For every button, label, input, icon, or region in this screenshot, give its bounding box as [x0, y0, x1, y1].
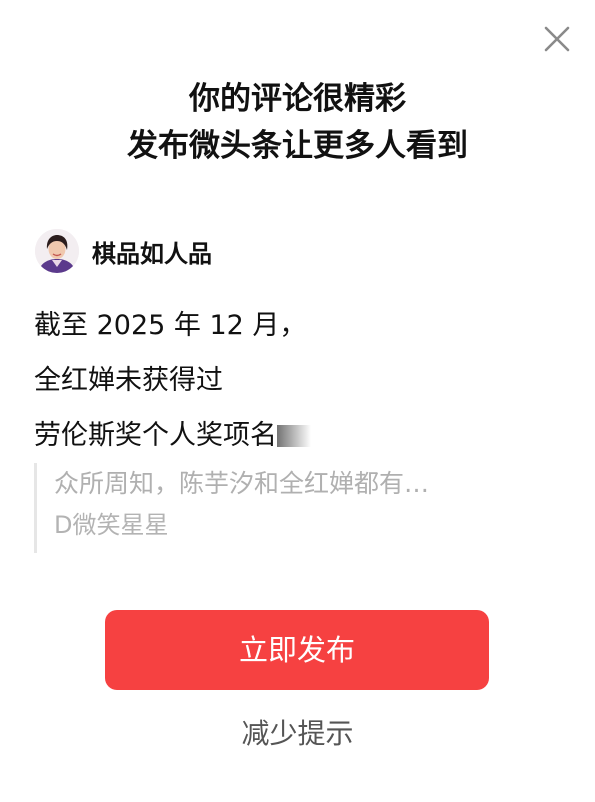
quoted-comment: 众所周知，陈芋汐和全红婵都有… D微笑星星	[34, 463, 554, 553]
close-icon	[544, 26, 570, 52]
reduce-prompts-link[interactable]: 减少提示	[0, 712, 595, 756]
comment-line-1: 截至 2025 年 12 月，	[34, 310, 307, 341]
author-name: 棋品如人品	[92, 239, 212, 268]
comment-author: 棋品如人品	[35, 228, 212, 274]
title-line-1: 你的评论很精彩	[189, 81, 406, 117]
dialog-title: 你的评论很精彩 发布微头条让更多人看到	[0, 76, 595, 170]
comment-text: 截至 2025 年 12 月， 全红婵未获得过 劳伦斯奖个人奖项名	[34, 298, 554, 463]
comment-line-3-text: 劳伦斯奖个人奖项名	[34, 420, 277, 451]
title-line-2: 发布微头条让更多人看到	[127, 128, 468, 164]
publish-prompt-dialog: 你的评论很精彩 发布微头条让更多人看到 棋品如人品 截至 2025 年 12 月…	[0, 0, 595, 802]
close-button[interactable]	[540, 22, 574, 56]
avatar	[35, 229, 79, 273]
text-fade-overlay	[277, 425, 311, 447]
comment-line-3: 劳伦斯奖个人奖项名	[34, 408, 554, 463]
comment-line-2: 全红婵未获得过	[34, 365, 223, 396]
quoted-comment-text: 众所周知，陈芋汐和全红婵都有…	[54, 469, 430, 498]
quoted-comment-author: D微笑星星	[54, 511, 169, 539]
publish-button[interactable]: 立即发布	[105, 610, 489, 690]
